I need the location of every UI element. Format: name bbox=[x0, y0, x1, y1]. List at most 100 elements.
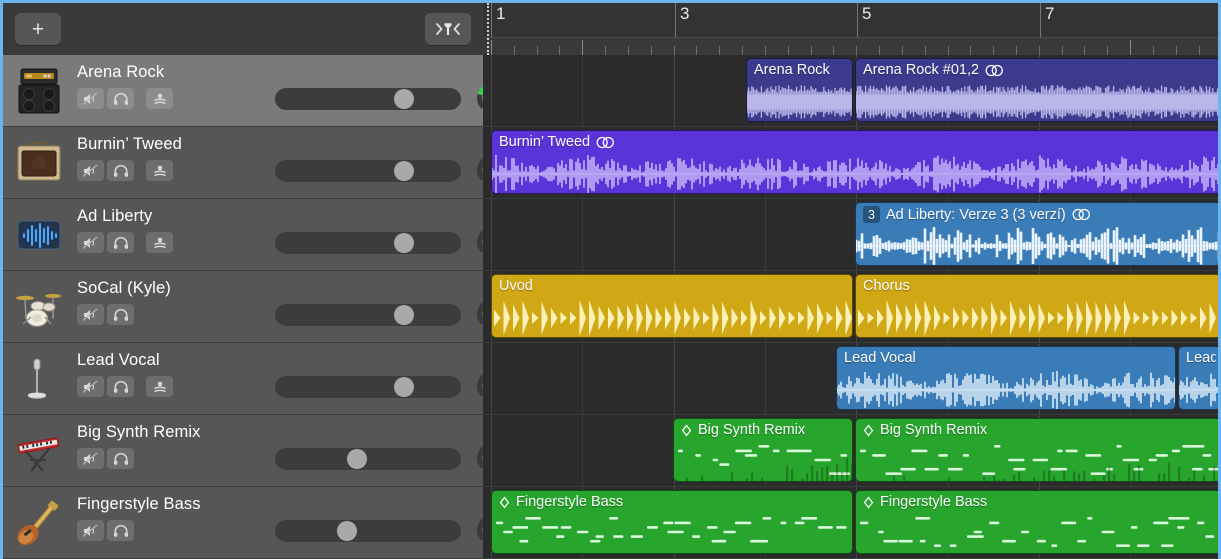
solo-button[interactable] bbox=[107, 88, 134, 109]
mute-button[interactable] bbox=[77, 160, 104, 181]
record-enable-icon bbox=[152, 380, 168, 394]
ruler-tick bbox=[833, 46, 834, 55]
volume-slider[interactable] bbox=[275, 160, 461, 182]
track-buttons bbox=[77, 304, 134, 325]
timeline-region[interactable]: Chorus bbox=[855, 274, 1218, 338]
bass-guitar-icon bbox=[11, 498, 67, 548]
volume-slider-thumb[interactable] bbox=[394, 305, 414, 325]
mute-icon bbox=[82, 380, 99, 394]
track-header-row[interactable]: Ad Liberty bbox=[3, 199, 483, 271]
timeline-lane[interactable]: Arena Rock Arena Rock #01,2 bbox=[483, 55, 1218, 127]
timeline-region[interactable]: Lead bbox=[1178, 346, 1218, 410]
record-enable-button[interactable] bbox=[146, 376, 173, 397]
timeline-region[interactable]: Úvod bbox=[491, 274, 853, 338]
mute-button[interactable] bbox=[77, 520, 104, 541]
region-title-bar: Fingerstyle Bass bbox=[499, 494, 848, 510]
mute-icon bbox=[82, 452, 99, 466]
timeline-region[interactable]: Burnin’ Tweed bbox=[491, 130, 1218, 194]
timeline-lane[interactable]: Big Synth Remix Big Synth Remix bbox=[483, 415, 1218, 487]
track-header-row[interactable]: SoCal (Kyle) bbox=[3, 271, 483, 343]
track-header-row[interactable]: Fingerstyle Bass bbox=[3, 487, 483, 559]
region-title-bar: 3Ad Liberty: Verze 3 (3 verzí) bbox=[863, 206, 1216, 223]
headphones-icon bbox=[113, 524, 129, 538]
ruler-bar-line bbox=[491, 3, 492, 37]
volume-slider-thumb[interactable] bbox=[394, 377, 414, 397]
volume-slider-thumb[interactable] bbox=[347, 449, 367, 469]
track-header-row[interactable]: Lead Vocal bbox=[3, 343, 483, 415]
lane-gridline bbox=[582, 415, 583, 486]
ruler-tick bbox=[1130, 40, 1131, 55]
midi-region-icon bbox=[863, 424, 874, 437]
lane-gridline bbox=[491, 199, 492, 270]
mute-button[interactable] bbox=[77, 376, 104, 397]
volume-slider[interactable] bbox=[275, 232, 461, 254]
timeline-region[interactable]: Big Synth Remix bbox=[855, 418, 1218, 482]
timeline-lane[interactable]: Úvod Chorus bbox=[483, 271, 1218, 343]
headphones-icon bbox=[113, 236, 129, 250]
audio-waveform bbox=[492, 153, 1218, 194]
timeline-region[interactable]: Lead Vocal bbox=[836, 346, 1176, 410]
guitar-amp-stack-icon bbox=[11, 66, 67, 116]
solo-button[interactable] bbox=[107, 376, 134, 397]
mute-button[interactable] bbox=[77, 448, 104, 469]
headphones-icon bbox=[113, 92, 129, 106]
region-content bbox=[856, 513, 1218, 553]
timeline-lane[interactable]: Fingerstyle Bass Fingerstyle Bass bbox=[483, 487, 1218, 559]
region-take-badge: 3 bbox=[863, 206, 880, 223]
record-enable-button[interactable] bbox=[146, 160, 173, 181]
ruler-subdivisions bbox=[483, 37, 1218, 55]
volume-slider[interactable] bbox=[275, 520, 461, 542]
ruler-tick bbox=[719, 46, 720, 55]
mute-button[interactable] bbox=[77, 232, 104, 253]
timeline-region[interactable]: 3Ad Liberty: Verze 3 (3 verzí) bbox=[855, 202, 1218, 266]
timeline-lane[interactable]: 3Ad Liberty: Verze 3 (3 verzí) bbox=[483, 199, 1218, 271]
track-header-row[interactable]: Burnin’ Tweed bbox=[3, 127, 483, 199]
volume-slider[interactable] bbox=[275, 304, 461, 326]
ruler-bar-line bbox=[1040, 3, 1041, 37]
timeline-region[interactable]: Arena Rock bbox=[746, 58, 853, 122]
region-title-bar: Chorus bbox=[863, 278, 1216, 294]
solo-button[interactable] bbox=[107, 304, 134, 325]
track-header-row[interactable]: Arena Rock bbox=[3, 55, 483, 127]
volume-slider-thumb[interactable] bbox=[394, 233, 414, 253]
audio-waveform bbox=[856, 81, 1218, 122]
track-header-config-button[interactable] bbox=[425, 13, 471, 45]
track-header-row[interactable]: Big Synth Remix bbox=[3, 415, 483, 487]
timeline-lane[interactable]: Lead Vocal Lead bbox=[483, 343, 1218, 415]
add-track-button[interactable]: + bbox=[15, 13, 61, 45]
timeline-region[interactable]: Arena Rock #01,2 bbox=[855, 58, 1218, 122]
timeline-region[interactable]: Fingerstyle Bass bbox=[491, 490, 853, 554]
timeline-region[interactable]: Fingerstyle Bass bbox=[855, 490, 1218, 554]
record-enable-button[interactable] bbox=[146, 232, 173, 253]
ruler-tick bbox=[582, 40, 583, 55]
volume-slider-thumb[interactable] bbox=[337, 521, 357, 541]
volume-slider[interactable] bbox=[275, 376, 461, 398]
timeline-region[interactable]: Big Synth Remix bbox=[673, 418, 853, 482]
solo-button[interactable] bbox=[107, 448, 134, 469]
timeline-lane[interactable]: Burnin’ Tweed bbox=[483, 127, 1218, 199]
audio-waveform bbox=[837, 369, 1176, 410]
volume-slider-thumb[interactable] bbox=[394, 89, 414, 109]
solo-button[interactable] bbox=[107, 160, 134, 181]
volume-slider-thumb[interactable] bbox=[394, 161, 414, 181]
ruler-bar-number: 3 bbox=[680, 4, 689, 24]
region-content bbox=[856, 297, 1218, 337]
region-title-bar: Arena Rock #01,2 bbox=[863, 62, 1216, 78]
ruler-tick bbox=[628, 46, 629, 55]
volume-slider[interactable] bbox=[275, 448, 461, 470]
volume-slider[interactable] bbox=[275, 88, 461, 110]
record-enable-button[interactable] bbox=[146, 88, 173, 109]
lane-gridline bbox=[491, 343, 492, 414]
ruler-tick bbox=[1039, 46, 1040, 55]
region-name-label: Arena Rock #01,2 bbox=[863, 62, 979, 78]
region-title-bar: Big Synth Remix bbox=[681, 422, 848, 438]
playhead[interactable] bbox=[487, 3, 489, 55]
region-name-label: Arena Rock bbox=[754, 62, 830, 78]
mute-button[interactable] bbox=[77, 304, 104, 325]
region-content bbox=[747, 81, 852, 121]
timeline-ruler[interactable]: 1357 bbox=[483, 3, 1218, 55]
solo-button[interactable] bbox=[107, 520, 134, 541]
solo-button[interactable] bbox=[107, 232, 134, 253]
mute-button[interactable] bbox=[77, 88, 104, 109]
track-buttons bbox=[77, 232, 173, 253]
